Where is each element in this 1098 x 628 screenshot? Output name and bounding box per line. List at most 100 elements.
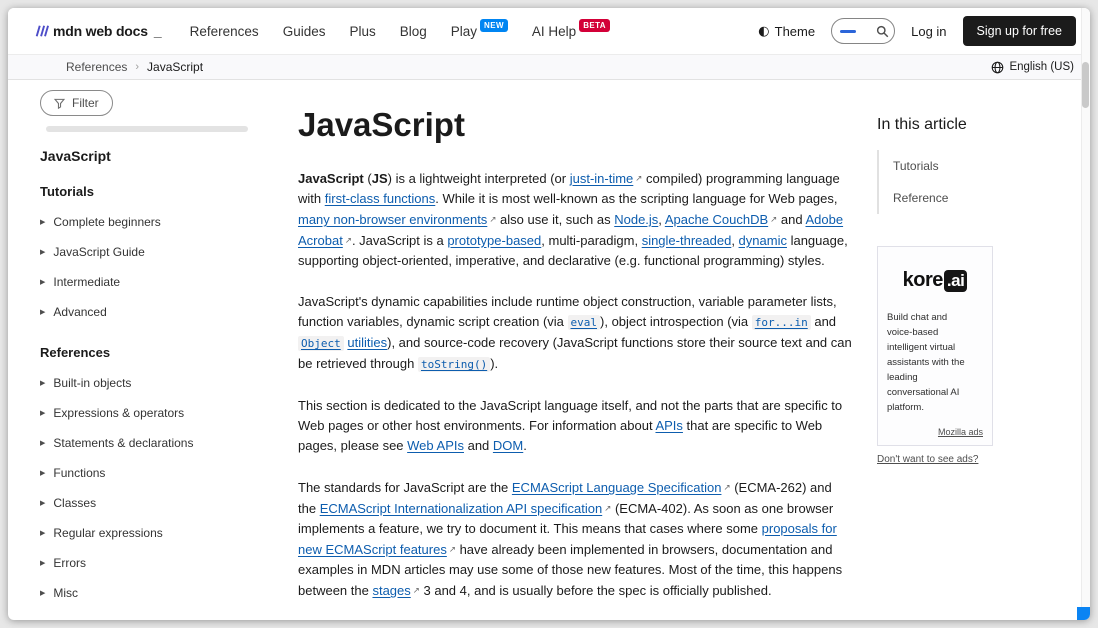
- mdn-logo[interactable]: mdn web docs _: [34, 23, 162, 39]
- inline-link[interactable]: APIs: [655, 418, 682, 433]
- inline-link[interactable]: first-class functions: [325, 191, 436, 206]
- scrollbar-corner-button[interactable]: [1077, 607, 1090, 620]
- sidebar-item-complete-beginners[interactable]: ▶ Complete beginners: [40, 207, 274, 237]
- disclosure-triangle-icon: ▶: [40, 409, 45, 417]
- sidebar-item-expressions-operators[interactable]: ▶ Expressions & operators: [40, 398, 274, 428]
- sidebar-section-references: References: [40, 345, 274, 360]
- inline-link[interactable]: single-threaded: [642, 233, 732, 248]
- breadcrumb-current[interactable]: JavaScript: [147, 60, 203, 74]
- scrollbar-thumb[interactable]: [1082, 62, 1089, 108]
- inline-link[interactable]: prototype-based: [447, 233, 541, 248]
- search-box[interactable]: [831, 18, 895, 44]
- sidebar-item-label: Advanced: [53, 305, 106, 319]
- filter-icon: [54, 98, 65, 109]
- inline-link[interactable]: dynamic: [739, 233, 787, 248]
- sidebar-item-label: Errors: [53, 556, 86, 570]
- sidebar-item-statements-declarations[interactable]: ▶ Statements & declarations: [40, 428, 274, 458]
- article: JavaScript JavaScript (JS) is a lightwei…: [288, 80, 877, 620]
- sidebar-item-label: Complete beginners: [53, 215, 160, 229]
- vertical-scrollbar[interactable]: [1081, 8, 1090, 620]
- disclosure-triangle-icon: ▶: [40, 529, 45, 537]
- inline-link[interactable]: ECMAScript Internationalization API spec…: [320, 501, 612, 516]
- sidebar-item-functions[interactable]: ▶ Functions: [40, 458, 274, 488]
- toc-list-item: Tutorials: [893, 150, 1074, 182]
- theme-label: Theme: [775, 24, 815, 39]
- sidebar-item-label: Classes: [53, 496, 96, 510]
- page-content: Filter JavaScript Tutorials ▶ Complete b…: [8, 80, 1090, 620]
- search-input[interactable]: [861, 24, 871, 38]
- search-icon[interactable]: [876, 25, 889, 38]
- inline-link[interactable]: Node.js: [614, 212, 658, 227]
- inline-link[interactable]: Apache CouchDB: [665, 212, 777, 227]
- sidebar-item-regular-expressions[interactable]: ▶ Regular expressions: [40, 518, 274, 548]
- disclosure-triangle-icon: ▶: [40, 439, 45, 447]
- sidebar-horizontal-scrollbar[interactable]: [46, 126, 248, 132]
- nav-item-guides[interactable]: Guides: [283, 24, 326, 39]
- sidebar-item-intermediate[interactable]: ▶ Intermediate: [40, 267, 274, 297]
- sidebar-item-javascript-guide[interactable]: ▶ JavaScript Guide: [40, 237, 274, 267]
- disclosure-triangle-icon: ▶: [40, 308, 45, 316]
- sidebar-item-label: Regular expressions: [53, 526, 162, 540]
- main-nav: References Guides Plus Blog Play NEW AI …: [190, 24, 610, 39]
- sidebar-item-advanced[interactable]: ▶ Advanced: [40, 297, 274, 327]
- nav-item-ai-help[interactable]: AI Help BETA: [532, 24, 610, 39]
- inline-link[interactable]: proposals for new ECMAScript features: [298, 521, 837, 557]
- disclosure-triangle-icon: ▶: [40, 559, 45, 567]
- inline-link[interactable]: ECMAScript Language Specification: [512, 480, 731, 495]
- sidebar-list-tutorials: ▶ Complete beginners ▶ JavaScript Guide …: [40, 207, 274, 327]
- inline-link[interactable]: DOM: [493, 438, 523, 453]
- sidebar-item-built-in-objects[interactable]: ▶ Built-in objects: [40, 368, 274, 398]
- sidebar-item-label: Built-in objects: [53, 376, 131, 390]
- inline-link[interactable]: many non-browser environments: [298, 212, 496, 227]
- inline-code-link[interactable]: Object: [298, 335, 344, 350]
- beta-badge: BETA: [579, 19, 610, 32]
- dismiss-ads-link[interactable]: Don't want to see ads?: [877, 454, 978, 465]
- inline-code-link[interactable]: toString(): [418, 356, 490, 371]
- filter-label: Filter: [72, 96, 99, 110]
- sidebar-item-label: Misc: [53, 586, 78, 600]
- breadcrumb-bar: References › JavaScript English (US): [8, 54, 1090, 80]
- logo-cursor: _: [154, 23, 162, 39]
- disclosure-triangle-icon: ▶: [40, 218, 45, 226]
- inline-code-link[interactable]: for...in: [752, 314, 811, 329]
- article-paragraph-2: JavaScript's dynamic capabilities includ…: [298, 292, 853, 375]
- filter-button[interactable]: Filter: [40, 90, 113, 116]
- top-navigation: mdn web docs _ References Guides Plus Bl…: [8, 8, 1090, 54]
- theme-toggle[interactable]: ◐ Theme: [758, 24, 815, 39]
- mozilla-ads-link[interactable]: Mozilla ads: [887, 427, 983, 437]
- disclosure-triangle-icon: ▶: [40, 278, 45, 286]
- sidebar-item-label: Intermediate: [53, 275, 120, 289]
- toc-item-tutorials[interactable]: Tutorials: [893, 159, 939, 173]
- nav-item-play[interactable]: Play NEW: [451, 24, 508, 39]
- breadcrumb: References › JavaScript: [66, 60, 203, 74]
- inline-link[interactable]: Web APIs: [407, 438, 464, 453]
- nav-item-blog[interactable]: Blog: [400, 24, 427, 39]
- inline-link[interactable]: just-in-time: [570, 171, 643, 186]
- browser-page: mdn web docs _ References Guides Plus Bl…: [8, 8, 1090, 620]
- disclosure-triangle-icon: ▶: [40, 379, 45, 387]
- inline-link[interactable]: stages: [372, 583, 419, 598]
- right-rail: In this article Tutorials Reference kore…: [877, 80, 1090, 620]
- sidebar-item-classes[interactable]: ▶ Classes: [40, 488, 274, 518]
- sidebar-item-label: Expressions & operators: [53, 406, 184, 420]
- nav-item-references[interactable]: References: [190, 24, 259, 39]
- signup-button[interactable]: Sign up for free: [963, 16, 1076, 46]
- login-link[interactable]: Log in: [911, 24, 946, 39]
- ad-card[interactable]: kore.ai Build chat and voice-based intel…: [877, 246, 993, 446]
- kore-ai-logo-chip: .ai: [944, 270, 967, 292]
- sidebar-title: JavaScript: [40, 148, 274, 164]
- article-paragraph-4: The standards for JavaScript are the ECM…: [298, 477, 853, 601]
- article-paragraph-3: This section is dedicated to the JavaScr…: [298, 396, 853, 456]
- toc-item-reference[interactable]: Reference: [893, 191, 948, 205]
- breadcrumb-references[interactable]: References: [66, 60, 127, 74]
- inline-link[interactable]: utilities: [347, 335, 387, 350]
- language-switcher[interactable]: English (US): [991, 61, 1074, 74]
- inline-code-link[interactable]: eval: [568, 314, 601, 329]
- sidebar: Filter JavaScript Tutorials ▶ Complete b…: [8, 80, 288, 620]
- nav-item-plus[interactable]: Plus: [349, 24, 375, 39]
- breadcrumb-separator-icon: ›: [135, 61, 139, 73]
- sidebar-item-misc[interactable]: ▶ Misc: [40, 578, 274, 608]
- sidebar-item-label: Functions: [53, 466, 105, 480]
- mdn-logo-icon: [34, 24, 49, 38]
- sidebar-item-errors[interactable]: ▶ Errors: [40, 548, 274, 578]
